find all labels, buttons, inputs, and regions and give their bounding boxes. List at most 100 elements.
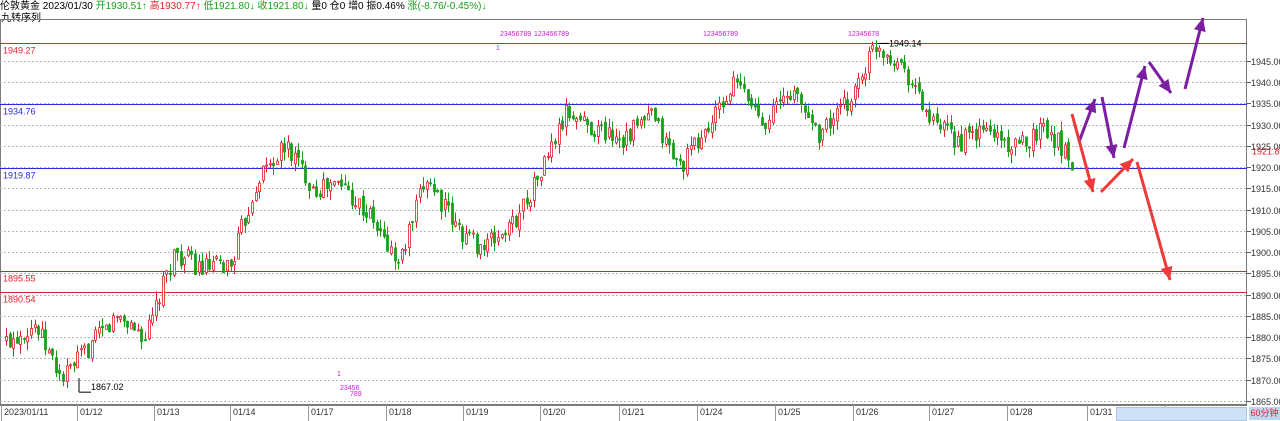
candle-body: [775, 101, 778, 106]
candle-body: [1060, 130, 1063, 156]
low-annotation: 1867.02: [91, 382, 124, 392]
candle-body: [94, 329, 97, 341]
candle-body: [682, 161, 685, 172]
candle-body: [444, 199, 447, 210]
candle-body: [230, 259, 233, 267]
candle-body: [37, 325, 40, 335]
candlestick-chart[interactable]: 1865.00 1870.00 1875.00 1880.00 1885.00 1890.…: [0, 0, 1280, 421]
candle-body: [162, 275, 165, 307]
candle-body: [932, 116, 935, 121]
candle-body: [846, 99, 849, 111]
candle-body: [654, 107, 657, 121]
candle-body: [440, 189, 443, 212]
candle-body: [625, 130, 628, 146]
candle-body: [579, 115, 582, 121]
candle-body: [1064, 144, 1067, 159]
candle-body: [811, 114, 814, 123]
x-tick-label: 01/14: [233, 407, 256, 417]
level-label: 1890.54: [3, 295, 36, 305]
candle-body: [30, 328, 33, 336]
candle-body: [878, 47, 881, 52]
candle-body: [280, 142, 283, 161]
plot-frame: [0, 19, 1247, 405]
candle-body: [158, 302, 161, 305]
chart-scrollbar[interactable]: [1116, 407, 1247, 421]
candle-body: [650, 108, 653, 111]
y-tick-label: 1920.00: [1251, 163, 1280, 173]
candle-body: [707, 127, 710, 132]
candle-body: [632, 120, 635, 141]
candle-body: [565, 105, 568, 128]
candle-body: [504, 232, 507, 236]
candle-body: [690, 145, 693, 150]
candle-body: [315, 186, 318, 197]
candle-body: [247, 214, 250, 223]
candle-body: [1007, 136, 1010, 152]
candle-body: [351, 189, 354, 206]
candle-body: [640, 119, 643, 126]
candle-body: [83, 345, 86, 349]
candle-body: [165, 270, 168, 275]
candle-body: [130, 322, 133, 330]
candle-body: [408, 224, 411, 248]
candle-body: [205, 258, 208, 273]
x-tick-label: 01/28: [1010, 407, 1033, 417]
candle-body: [540, 176, 543, 182]
x-tick-label: 01/31: [1090, 407, 1113, 417]
candle-body: [857, 77, 860, 90]
candle-body: [1000, 130, 1003, 141]
candle-body: [508, 221, 511, 236]
last-price-label: 1921.80: [1252, 147, 1280, 157]
candle-body: [301, 159, 304, 165]
candle-body: [322, 179, 325, 198]
candle-body: [739, 81, 742, 86]
candle-body: [647, 113, 650, 121]
candle-body: [69, 364, 72, 367]
candle-body: [340, 179, 343, 187]
candle-body: [422, 186, 425, 190]
candle-body: [183, 257, 186, 265]
candle-body: [465, 233, 468, 245]
candle-body: [362, 195, 365, 216]
candle-body: [272, 162, 275, 167]
candle-body: [957, 136, 960, 147]
candle-body: [390, 246, 393, 254]
candle-body: [1046, 120, 1049, 139]
candle-body: [5, 336, 8, 342]
candle-body: [436, 189, 439, 193]
candle-body: [312, 186, 315, 189]
candle-body: [704, 129, 707, 138]
candle-body: [960, 133, 963, 152]
y-tick-label: 1935.00: [1251, 99, 1280, 109]
period-selector[interactable]: 60分钟: [1249, 407, 1280, 420]
candle-body: [732, 76, 735, 97]
candle-body: [850, 101, 853, 112]
candle-body: [882, 50, 885, 58]
candle-body: [1028, 146, 1031, 149]
candle-body: [198, 261, 201, 273]
candle-body: [16, 336, 19, 344]
candle-body: [750, 97, 753, 107]
candle-body: [1039, 122, 1042, 140]
candle-body: [1018, 139, 1021, 144]
candle-body: [843, 97, 846, 105]
candle-body: [590, 122, 593, 136]
candle-body: [836, 108, 839, 122]
candle-body: [907, 69, 910, 86]
level-label: 1895.55: [3, 274, 36, 284]
candle-body: [547, 156, 550, 158]
x-tick-label: 01/20: [543, 407, 566, 417]
candle-body: [91, 340, 94, 359]
nine-sequence-label: 12345678: [848, 31, 879, 38]
candle-body: [419, 188, 422, 198]
nine-sequence-label: 123456789: [703, 31, 738, 38]
candle-body: [964, 129, 967, 153]
candle-body: [294, 152, 297, 165]
candle-body: [372, 206, 375, 223]
candle-body: [429, 182, 432, 185]
candle-body: [515, 215, 518, 228]
candle-body: [868, 51, 871, 74]
candle-body: [304, 165, 307, 184]
y-tick-label: 1875.00: [1251, 354, 1280, 364]
candle-body: [497, 237, 500, 242]
